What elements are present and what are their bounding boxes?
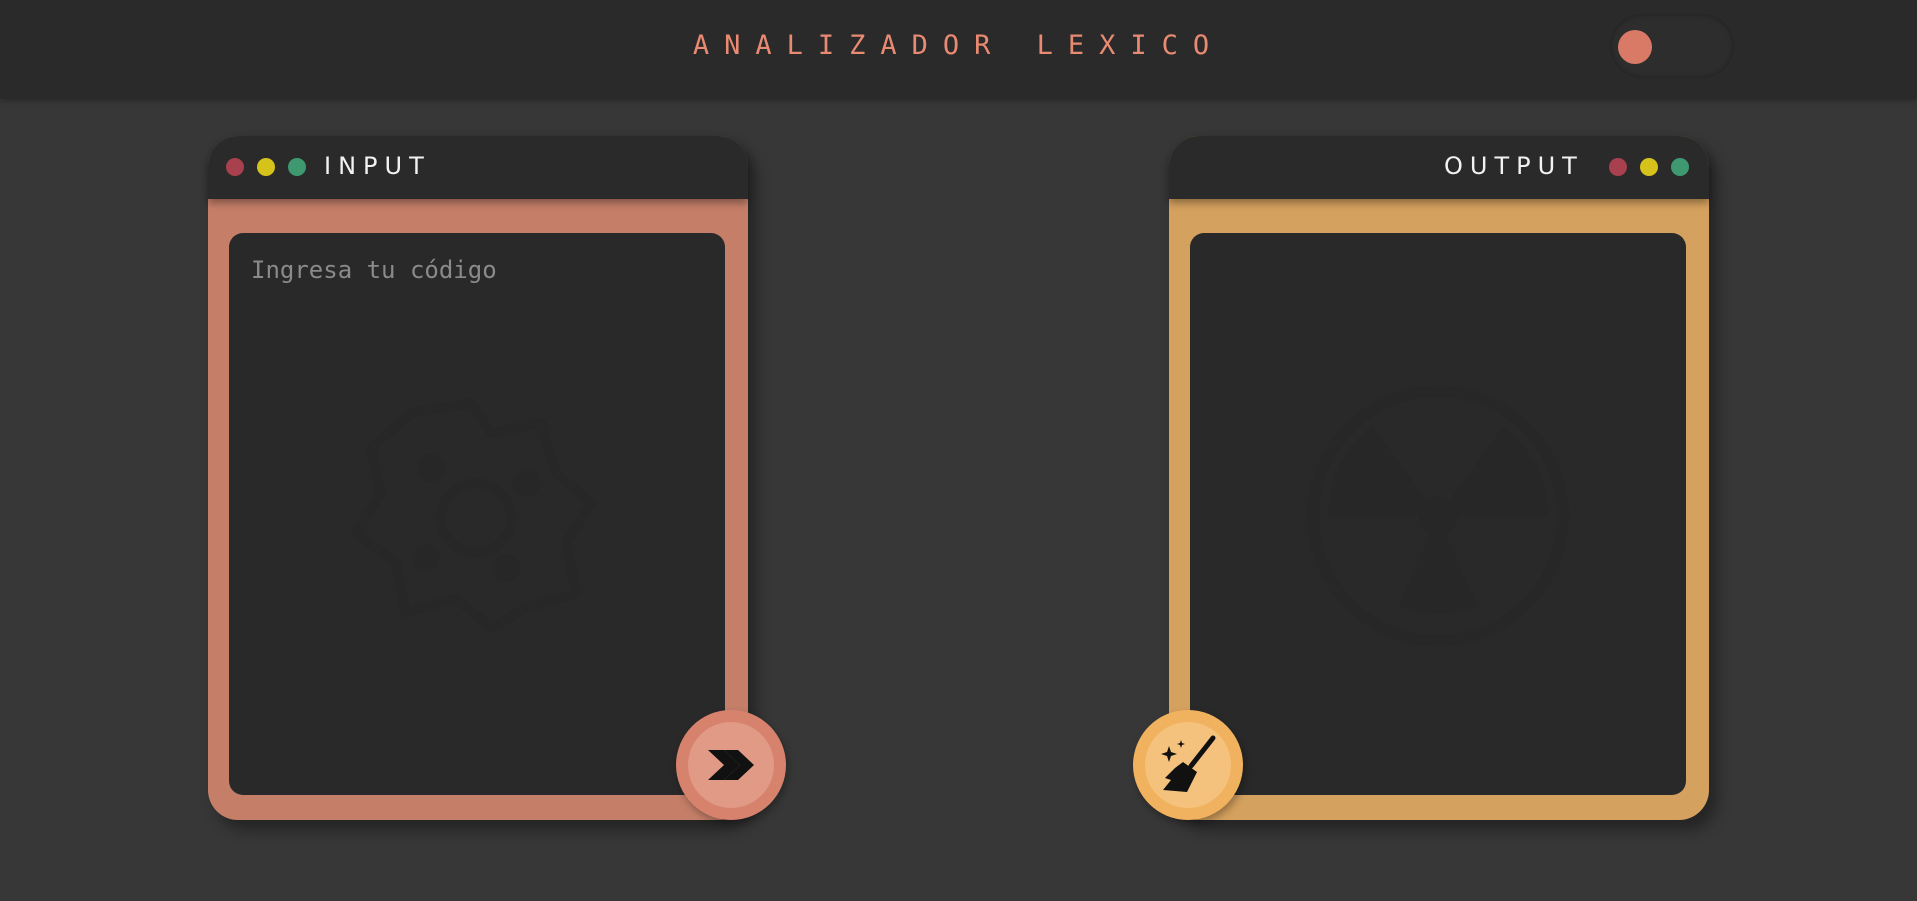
output-panel-label: OUTPUT [1444,152,1584,180]
code-input[interactable] [229,233,725,795]
theme-toggle[interactable] [1610,14,1734,78]
window-dot-yellow [1640,158,1658,176]
output-panel-titlebar: OUTPUT [1169,136,1709,199]
window-dot-red [1609,158,1627,176]
window-dot-green [288,158,306,176]
window-dot-red [226,158,244,176]
analyze-button[interactable] [676,710,786,820]
top-bar: ANALIZADOR LEXICO [0,0,1917,99]
radiation-watermark-icon [1307,385,1569,647]
window-dot-yellow [257,158,275,176]
clear-button[interactable] [1133,710,1243,820]
input-screen [229,233,725,795]
broom-icon [1161,735,1216,792]
output-panel: OUTPUT [1169,136,1709,820]
theme-toggle-knob[interactable] [1618,30,1652,64]
output-screen [1190,233,1686,795]
input-panel: INPUT [208,136,748,820]
window-dot-green [1671,158,1689,176]
input-panel-label: INPUT [324,152,431,180]
double-chevron-right-icon [708,750,754,780]
input-panel-titlebar: INPUT [208,136,748,199]
